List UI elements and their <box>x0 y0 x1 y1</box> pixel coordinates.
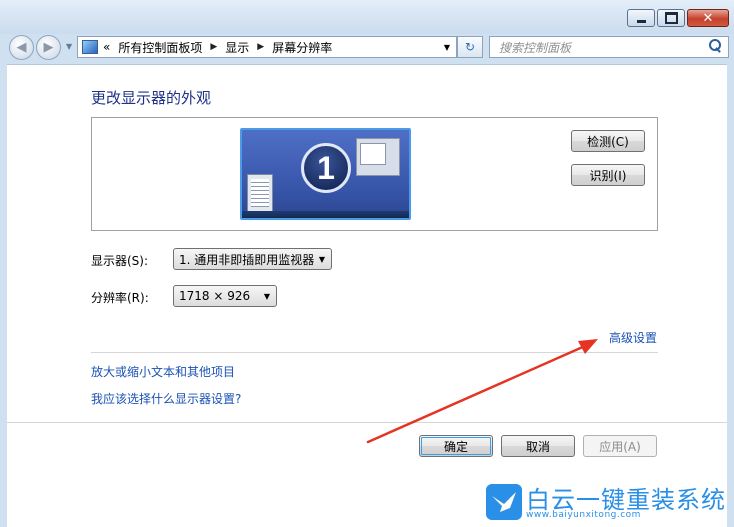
which-settings-link[interactable]: 我应该选择什么显示器设置? <box>91 390 241 407</box>
close-icon: ✕ <box>702 10 714 26</box>
forward-arrow-icon: ▶ <box>43 40 54 55</box>
minimize-button[interactable] <box>627 9 655 27</box>
breadcrumb-display[interactable]: 显示 <box>225 39 249 56</box>
address-dropdown-icon[interactable]: ▼ <box>444 43 450 52</box>
refresh-button[interactable]: ↻ <box>457 36 483 58</box>
divider <box>7 422 727 423</box>
resolution-select[interactable]: 1718 × 926 ▼ <box>173 285 277 307</box>
close-button[interactable]: ✕ <box>687 9 729 27</box>
apply-button[interactable]: 应用(A) <box>583 435 657 457</box>
back-arrow-icon: ◀ <box>16 40 27 55</box>
search-icon[interactable] <box>708 39 722 53</box>
divider <box>91 352 658 353</box>
title-bar: ✕ <box>0 0 734 34</box>
display-select-value: 1. 通用非即插即用监视器 <box>179 252 315 267</box>
content-pane: 更改显示器的外观 1 检测(C) 识别(I) 显示器(S): 1. 通用非即插即… <box>7 64 727 527</box>
address-bar[interactable]: « 所有控制面板项 ▶ 显示 ▶ 屏幕分辨率 ▼ <box>77 36 457 58</box>
watermark: 白云一键重装系统 www.baiyunxitong.com <box>486 480 732 525</box>
monitor-preview-area: 1 检测(C) 识别(I) <box>91 117 658 231</box>
chevron-down-icon: ▼ <box>318 254 325 264</box>
search-box[interactable]: 搜索控制面板 <box>489 36 729 58</box>
mini-window-icon <box>247 174 273 212</box>
breadcrumb-separator-icon[interactable]: ▶ <box>257 42 264 52</box>
breadcrumb-separator-icon[interactable]: ▶ <box>210 42 217 52</box>
monitor-1-thumbnail[interactable]: 1 <box>240 128 411 220</box>
display-select[interactable]: 1. 通用非即插即用监视器 ▼ <box>173 248 332 270</box>
resolution-label: 分辨率(R): <box>91 291 149 305</box>
cancel-button[interactable]: 取消 <box>501 435 575 457</box>
watermark-url: www.baiyunxitong.com <box>526 510 641 520</box>
refresh-icon: ↻ <box>464 40 476 54</box>
control-panel-icon <box>82 40 98 54</box>
identify-button[interactable]: 识别(I) <box>571 164 645 186</box>
page-title: 更改显示器的外观 <box>91 89 212 107</box>
breadcrumb-screen-resolution[interactable]: 屏幕分辨率 <box>272 39 332 56</box>
chevron-down-icon: ▼ <box>263 291 270 301</box>
recent-pages-dropdown[interactable]: ▼ <box>66 42 72 51</box>
display-label: 显示器(S): <box>91 254 149 268</box>
back-button[interactable]: ◀ <box>9 35 34 60</box>
breadcrumb-prefix[interactable]: « <box>103 40 110 54</box>
ok-button[interactable]: 确定 <box>419 435 493 457</box>
caption-buttons: ✕ <box>627 9 729 27</box>
resolution-select-value: 1718 × 926 <box>179 289 251 303</box>
mini-window-icon <box>356 138 400 176</box>
forward-button[interactable]: ▶ <box>36 35 61 60</box>
text-size-link[interactable]: 放大或缩小文本和其他项目 <box>91 363 235 380</box>
detect-button[interactable]: 检测(C) <box>571 130 645 152</box>
mini-taskbar <box>242 211 409 218</box>
bird-logo-icon <box>486 484 522 520</box>
advanced-settings-link[interactable]: 高级设置 <box>609 329 657 346</box>
navigation-bar: ◀ ▶ ▼ « 所有控制面板项 ▶ 显示 ▶ 屏幕分辨率 ▼ ↻ 搜索控制面板 <box>0 34 734 64</box>
monitor-number: 1 <box>301 143 351 193</box>
search-placeholder: 搜索控制面板 <box>499 40 572 55</box>
breadcrumb-all-items[interactable]: 所有控制面板项 <box>118 39 202 56</box>
maximize-button[interactable] <box>657 9 685 27</box>
